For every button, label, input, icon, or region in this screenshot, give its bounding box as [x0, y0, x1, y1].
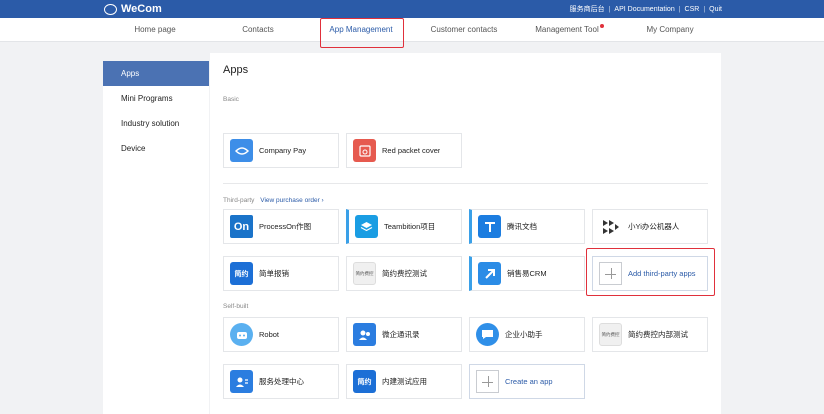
main-nav: Home page Contacts App Management Custom…: [0, 18, 824, 42]
create-app-label: Create an app: [505, 376, 553, 386]
app-card-jianyue-test[interactable]: 简约费控 简约费控测试: [346, 256, 462, 291]
contacts-icon: [353, 323, 376, 346]
app-label: 腾讯文档: [507, 222, 537, 231]
app-card-weiqi-contacts[interactable]: 微企通讯录: [346, 317, 462, 352]
app-card-xiaoshouyi-crm[interactable]: 销售易CRM: [469, 256, 585, 291]
app-card-service-center[interactable]: 服务处理中心: [223, 364, 339, 399]
app-card-enterprise-assistant[interactable]: 企业小助手: [469, 317, 585, 352]
app-label: 内建测试应用: [382, 377, 427, 386]
third-party-title: Third-party: [223, 197, 255, 204]
section-divider: [223, 183, 708, 184]
app-label: 服务处理中心: [259, 377, 304, 386]
arrow-up-icon: [478, 262, 501, 285]
toplink-separator: |: [608, 5, 611, 13]
wallet-icon: [230, 139, 253, 162]
sidebar-item-apps[interactable]: Apps: [103, 61, 209, 86]
bot-icon: [230, 323, 253, 346]
top-links: 服务商后台 | API Documentation | CSR | Quit: [570, 4, 722, 14]
wecom-logo-icon: [104, 3, 117, 15]
app-label: 企业小助手: [505, 330, 543, 339]
red-packet-icon: [353, 139, 376, 162]
app-label: Red packet cover: [382, 146, 441, 155]
app-label: Company Pay: [259, 146, 307, 155]
brand-name: WeCom: [121, 3, 162, 15]
section-basic-label: Basic: [223, 96, 239, 103]
app-label: Robot: [259, 330, 280, 339]
page-title: Apps: [223, 64, 249, 76]
nav-home[interactable]: Home page: [105, 18, 205, 42]
app-label: Teambition项目: [384, 222, 436, 231]
jianyue-fee-icon: 简约费控: [599, 323, 622, 346]
layers-icon: [355, 215, 378, 238]
nav-customer-contacts[interactable]: Customer contacts: [414, 18, 514, 42]
jianyue-icon: 简约: [230, 262, 253, 285]
app-label: ProcessOn作图: [259, 222, 312, 231]
app-label: 简单报销: [259, 269, 289, 278]
highlight-box-add-third-party: [586, 248, 715, 296]
sidebar: Apps Mini Programs Industry solution Dev…: [103, 61, 209, 414]
top-bar: WeCom 服务商后台 | API Documentation | CSR | …: [0, 0, 824, 18]
toplink-separator: |: [703, 5, 706, 13]
processon-icon: On: [230, 215, 253, 238]
section-third-party-label: Third-party View purchase order ›: [223, 197, 324, 204]
app-card-xiaoyi-robot[interactable]: 小Yi办公机器人: [592, 209, 708, 244]
app-card-teambition[interactable]: Teambition项目: [346, 209, 462, 244]
app-card-robot[interactable]: Robot: [223, 317, 339, 352]
sidebar-item-industry-solution[interactable]: Industry solution: [103, 111, 209, 136]
app-card-processon[interactable]: On ProcessOn作图: [223, 209, 339, 244]
nav-my-company[interactable]: My Company: [620, 18, 720, 42]
sidebar-item-mini-programs[interactable]: Mini Programs: [103, 86, 209, 111]
app-card-internal-test-app[interactable]: 简约 内建测试应用: [346, 364, 462, 399]
create-app-button[interactable]: Create an app: [469, 364, 585, 399]
toplink-separator: |: [678, 5, 681, 13]
app-label: 简约费控内部测试: [628, 330, 688, 339]
app-label: 小Yi办公机器人: [628, 222, 680, 231]
app-card-red-packet-cover[interactable]: Red packet cover: [346, 133, 462, 168]
sidebar-item-device[interactable]: Device: [103, 136, 209, 161]
app-label: 微企通讯录: [382, 330, 420, 339]
jianyue-icon: 简约: [353, 370, 376, 393]
main-panel: Apps Basic Company Pay Red packet cover …: [210, 53, 721, 414]
notification-dot: [600, 24, 604, 28]
nav-management-tool[interactable]: Management Tool: [517, 18, 617, 42]
highlight-box-app-management: [320, 18, 404, 48]
app-card-jianyue-internal-test[interactable]: 简约费控 简约费控内部测试: [592, 317, 708, 352]
plus-icon: [476, 370, 499, 393]
app-label: 简约费控测试: [382, 269, 427, 278]
toplink-csr[interactable]: CSR: [685, 6, 700, 13]
robot-arrows-icon: [599, 215, 622, 238]
brand-logo[interactable]: WeCom: [104, 2, 162, 16]
app-card-company-pay[interactable]: Company Pay: [223, 133, 339, 168]
nav-contacts[interactable]: Contacts: [208, 18, 308, 42]
view-purchase-order-link[interactable]: View purchase order ›: [260, 197, 323, 204]
chat-icon: [476, 323, 499, 346]
service-icon: [230, 370, 253, 393]
app-card-simple-reimburse[interactable]: 简约 简单报销: [223, 256, 339, 291]
jianyue-fee-icon: 简约费控: [353, 262, 376, 285]
app-card-tencent-docs[interactable]: 腾讯文档: [469, 209, 585, 244]
toplink-provider[interactable]: 服务商后台: [570, 4, 605, 14]
section-self-built-label: Self-built: [223, 303, 249, 310]
toplink-api-docs[interactable]: API Documentation: [614, 6, 674, 13]
app-label: 销售易CRM: [507, 269, 547, 278]
doc-icon: [478, 215, 501, 238]
toplink-quit[interactable]: Quit: [709, 6, 722, 13]
